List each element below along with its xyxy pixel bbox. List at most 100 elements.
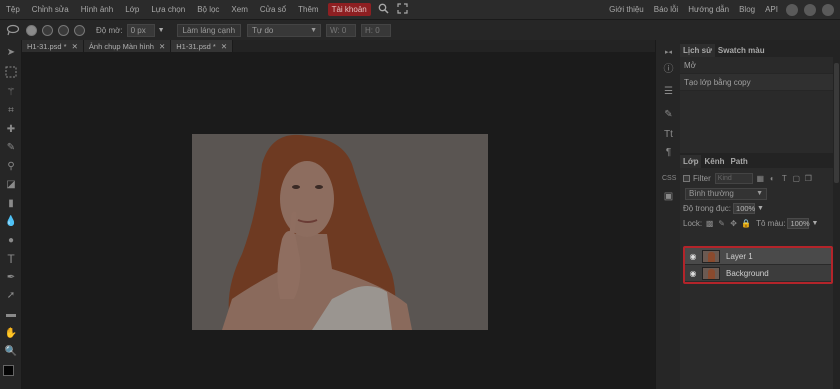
foreground-color[interactable] [3, 365, 14, 376]
link-about[interactable]: Giới thiệu [604, 5, 649, 14]
shape-filter-icon[interactable]: ▢ [792, 174, 801, 183]
menu-select[interactable]: Lựa chọn [145, 5, 191, 14]
smart-filter-icon[interactable]: ❒ [804, 174, 813, 183]
history-entry[interactable]: Tạo lớp bằng copy [680, 74, 833, 91]
filter-checkbox[interactable] [683, 175, 690, 182]
hand-tool-icon[interactable]: ✋ [4, 327, 18, 341]
width-field[interactable]: W: 0 [326, 23, 357, 37]
selection-new-icon[interactable] [26, 24, 37, 36]
opacity-input[interactable]: 100% [733, 203, 755, 214]
feather-input[interactable]: 0 px [126, 23, 155, 37]
visibility-eye-icon[interactable]: ◉ [688, 269, 698, 278]
dodge-tool-icon[interactable]: ● [4, 234, 18, 248]
twitter-icon[interactable] [804, 3, 816, 16]
zoom-tool-icon[interactable]: 🔍 [4, 345, 18, 359]
tab-paths[interactable]: Path [727, 155, 750, 168]
tab-doc-1[interactable]: H1-31.psd * ✕ [22, 40, 84, 52]
link-report-bug[interactable]: Báo lỗi [649, 5, 683, 14]
selection-add-icon[interactable] [42, 24, 53, 36]
menu-image[interactable]: Hình ảnh [75, 5, 119, 14]
layer-name: Background [726, 268, 769, 278]
tab-history[interactable]: Lịch sử [680, 44, 715, 57]
fill-dropdown-icon[interactable]: ▼ [811, 220, 818, 227]
selection-intersect-icon[interactable] [74, 24, 85, 36]
brush-tool-icon[interactable]: ✎ [4, 141, 18, 155]
blur-tool-icon[interactable]: 💧 [4, 215, 18, 229]
opacity-dropdown-icon[interactable]: ▼ [757, 205, 764, 212]
link-blog[interactable]: Blog [734, 5, 760, 14]
tab-channels[interactable]: Kênh [701, 155, 727, 168]
paragraph-icon[interactable]: ¶ [662, 146, 675, 159]
menu-account[interactable]: Tài khoản [327, 3, 371, 16]
color-swatches[interactable] [3, 365, 19, 383]
lock-pixels-icon[interactable]: ✎ [717, 219, 726, 228]
close-icon[interactable]: ✕ [72, 42, 78, 51]
document-canvas[interactable] [192, 134, 488, 330]
collapse-icon[interactable]: ▸◂ [662, 46, 675, 59]
character-icon[interactable]: Tt [662, 128, 675, 141]
stamp-tool-icon[interactable]: ⚲ [4, 160, 18, 174]
blend-mode-value: Bình thường [689, 188, 734, 198]
menu-edit[interactable]: Chỉnh sửa [26, 5, 75, 14]
menu-view[interactable]: Xem [225, 5, 253, 14]
text-filter-icon[interactable]: T [780, 174, 789, 183]
mode-select-value: Tự do [252, 25, 274, 35]
eraser-tool-icon[interactable]: ◪ [4, 178, 18, 192]
lock-all-icon[interactable]: 🔒 [741, 219, 751, 228]
brush-panel-icon[interactable]: ✎ [662, 108, 675, 121]
pixel-filter-icon[interactable]: ▦ [756, 174, 765, 183]
tab-swatches[interactable]: Swatch màu [715, 44, 768, 57]
tab-doc-3[interactable]: H1-31.psd * ✕ [171, 40, 234, 52]
move-tool-icon[interactable]: ➤ [4, 46, 18, 60]
healing-tool-icon[interactable]: ✚ [4, 123, 18, 137]
link-api[interactable]: API [760, 5, 783, 14]
info-icon[interactable]: ⓘ [662, 63, 675, 76]
tab-doc-2[interactable]: Ảnh chụp Màn hình ✕ [83, 40, 172, 52]
lock-transparency-icon[interactable]: ▩ [705, 219, 714, 228]
reddit-icon[interactable] [786, 3, 798, 16]
selection-subtract-icon[interactable] [58, 24, 69, 36]
history-tabs: Lịch sử Swatch màu [680, 43, 833, 57]
kind-select[interactable]: Kind [714, 173, 753, 184]
feather-dropdown-icon[interactable]: ▼ [158, 27, 165, 34]
search-icon[interactable] [377, 3, 390, 16]
text-tool-icon[interactable]: T [4, 252, 18, 266]
shape-tool-icon[interactable]: ▬ [4, 308, 18, 322]
panel-scrollbar[interactable] [833, 40, 840, 389]
blend-mode-select[interactable]: Bình thường ▼ [685, 187, 767, 200]
pen-tool-icon[interactable]: ✒ [4, 271, 18, 285]
scrollbar-thumb[interactable] [834, 63, 839, 183]
history-entry[interactable]: Mở [680, 57, 833, 74]
marquee-tool-icon[interactable] [4, 66, 18, 80]
menu-file[interactable]: Tệp [0, 5, 26, 14]
adjustment-filter-icon[interactable]: ◐ [768, 174, 777, 183]
facebook-icon[interactable] [822, 3, 834, 16]
magic-wand-icon[interactable]: ⚚ [4, 86, 18, 100]
lock-position-icon[interactable]: ✥ [729, 219, 738, 228]
refine-edge-button[interactable]: Làm láng cạnh [176, 23, 242, 37]
link-tutorial[interactable]: Hướng dẫn [683, 5, 734, 14]
fill-input[interactable]: 100% [787, 218, 810, 229]
height-field[interactable]: H: 0 [361, 23, 392, 37]
menu-filter[interactable]: Bộ lọc [191, 5, 225, 14]
mode-select[interactable]: Tự do ▼ [247, 23, 322, 37]
gradient-tool-icon[interactable]: ▮ [4, 197, 18, 211]
tab-layers[interactable]: Lớp [680, 155, 702, 168]
layer-row[interactable]: ◉ Background [685, 265, 831, 282]
css-icon[interactable]: CSS [662, 172, 676, 185]
menu-layer[interactable]: Lớp [119, 5, 145, 14]
fullscreen-icon[interactable] [396, 3, 409, 16]
close-icon[interactable]: ✕ [159, 42, 165, 51]
path-select-tool-icon[interactable]: ➚ [4, 289, 18, 303]
menu-more[interactable]: Thêm [292, 5, 324, 14]
crop-tool-icon[interactable]: ⌗ [4, 104, 18, 118]
properties-icon[interactable]: ☰ [662, 85, 675, 98]
canvas-workspace[interactable] [22, 52, 655, 389]
menu-window[interactable]: Cửa sổ [254, 5, 292, 14]
image-icon[interactable]: ▣ [662, 190, 675, 203]
layer-row[interactable]: ◉ Layer 1 [685, 248, 831, 265]
close-icon[interactable]: ✕ [221, 42, 227, 51]
opacity-label: Độ trong đục: [683, 204, 732, 213]
menu-right-links: Giới thiệu Báo lỗi Hướng dẫn Blog API [604, 0, 840, 19]
visibility-eye-icon[interactable]: ◉ [688, 252, 698, 261]
